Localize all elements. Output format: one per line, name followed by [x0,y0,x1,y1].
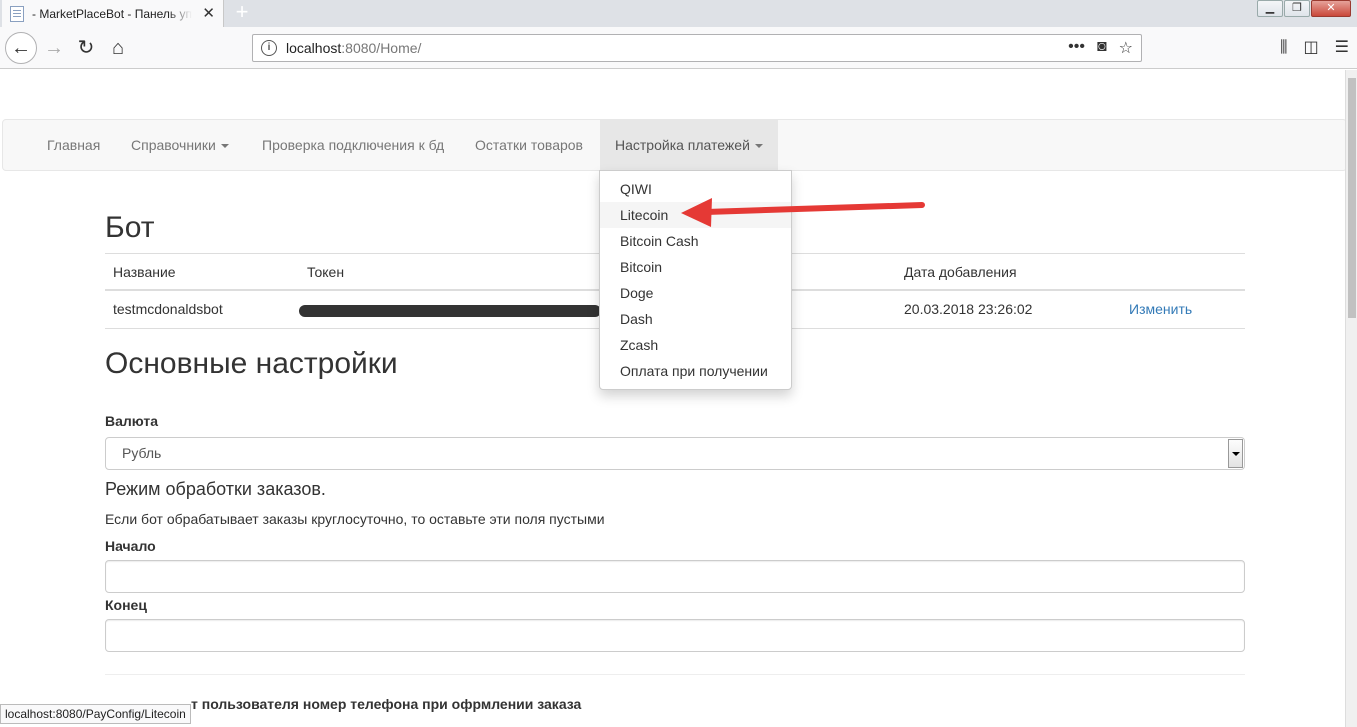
window-controls: ▁ ❐ ✕ [1257,0,1351,17]
menu-item-bitcoin-cash[interactable]: Bitcoin Cash [600,228,791,254]
bookmark-star-icon[interactable]: ☆ [1119,38,1133,58]
end-label: Конец [105,597,147,613]
edit-link[interactable]: Изменить [1129,291,1192,329]
home-icon[interactable]: ⌂ [104,34,132,62]
bot-date: 20.03.2018 23:26:02 [904,301,1033,317]
forward-arrow-icon[interactable]: → [40,34,68,62]
nav-directories[interactable]: Справочники [116,120,244,170]
settings-heading: Основные настройки [105,347,398,380]
restore-icon[interactable]: ❐ [1284,0,1310,17]
order-mode-help: Если бот обрабатывает заказы круглосуточ… [105,511,605,527]
start-input[interactable] [105,560,1245,593]
close-tab-icon[interactable]: ✕ [202,4,215,22]
caret-down-icon [220,144,229,149]
page-actions-icon[interactable]: ••• [1068,38,1085,58]
library-icon[interactable]: ⫼ [1280,34,1287,62]
bot-heading: Бот [105,211,155,244]
browser-tab[interactable]: - MarketPlaceBot - Панель упр ✕ [2,0,224,27]
menu-item-cash-on-delivery[interactable]: Оплата при получении [600,358,791,384]
link-status-bar: localhost:8080/PayConfig/Litecoin [0,704,191,724]
order-mode-heading: Режим обработки заказов. [105,479,326,499]
page-icon [10,5,24,22]
payments-dropdown: QIWI Litecoin Bitcoin Cash Bitcoin Doge … [599,170,792,390]
nav-payment-settings[interactable]: Настройка платежей [600,120,778,170]
browser-titlebar: - MarketPlaceBot - Панель упр ✕ + ▁ ❐ ✕ [0,0,1357,27]
address-bar[interactable]: i localhost:8080/Home/ ••• ◙ ☆ [252,34,1142,62]
menu-item-qiwi[interactable]: QIWI [600,176,791,202]
menu-item-zcash[interactable]: Zcash [600,332,791,358]
new-tab-icon[interactable]: + [230,0,254,27]
phone-required-label: т пользователя номер телефона при офрмле… [191,696,582,712]
redacted-token [299,305,601,317]
currency-select[interactable]: Рубль [105,437,1245,470]
end-input[interactable] [105,619,1245,652]
header-token: Токен [307,264,345,280]
site-info-icon[interactable]: i [261,40,277,56]
tab-title: - MarketPlaceBot - Панель упр [32,6,192,21]
site-navbar: Главная Справочники Проверка подключения… [2,119,1345,171]
currency-value: Рубль [122,445,162,461]
menu-item-bitcoin[interactable]: Bitcoin [600,254,791,280]
window-close-icon[interactable]: ✕ [1311,0,1351,17]
reload-icon[interactable]: ↻ [72,34,100,62]
pocket-icon[interactable]: ◙ [1097,38,1107,58]
back-arrow-icon[interactable]: ← [5,32,37,64]
menu-item-dash[interactable]: Dash [600,306,791,332]
page-viewport: Главная Справочники Проверка подключения… [0,70,1345,727]
menu-icon[interactable]: ☰ [1335,34,1349,62]
menu-item-doge[interactable]: Doge [600,280,791,306]
header-name: Название [113,264,176,280]
currency-label: Валюта [105,413,159,429]
nav-stock[interactable]: Остатки товаров [460,120,598,170]
divider [105,674,1245,675]
page-scrollbar[interactable] [1345,70,1357,727]
scrollbar-thumb[interactable] [1348,78,1356,318]
start-label: Начало [105,538,156,554]
browser-toolbar: ← → ↻ ⌂ i localhost:8080/Home/ ••• ◙ ☆ ⫼… [0,27,1357,69]
bot-name: testmcdonaldsbot [113,301,223,317]
header-date: Дата добавления [904,264,1017,280]
nav-home[interactable]: Главная [32,120,115,170]
nav-db-check[interactable]: Проверка подключения к бд [247,120,459,170]
select-arrow-icon[interactable] [1228,439,1243,468]
caret-down-icon [754,144,763,149]
minimize-icon[interactable]: ▁ [1257,0,1283,17]
sidebar-icon[interactable]: ◫ [1304,34,1319,62]
url-text: localhost:8080/Home/ [286,40,422,56]
menu-item-litecoin[interactable]: Litecoin [600,202,791,228]
